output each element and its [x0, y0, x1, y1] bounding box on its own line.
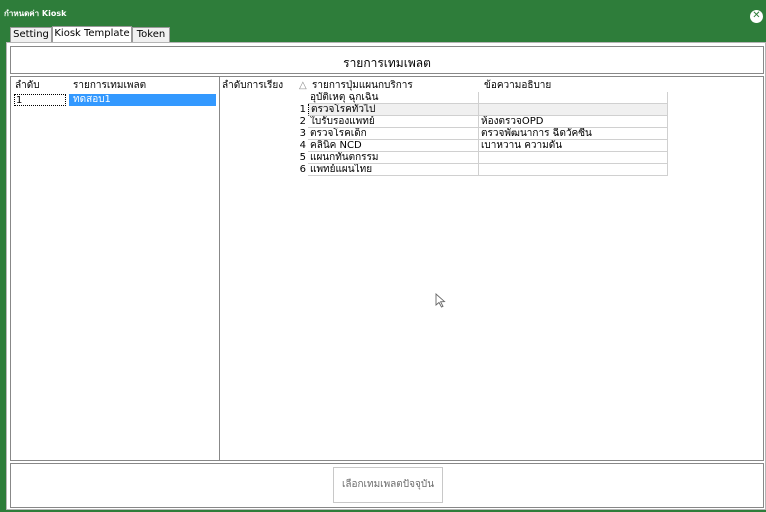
tab-token[interactable]: Token: [132, 27, 170, 42]
sort-asc-icon[interactable]: △: [299, 79, 307, 92]
row-description: ห้องตรวจOPD: [479, 116, 668, 128]
close-icon[interactable]: ✕: [750, 10, 763, 23]
window-title: กำหนดค่า Kiosk: [4, 9, 67, 18]
row-description: [479, 104, 668, 116]
tab-kiosk-template[interactable]: Kiosk Template: [52, 26, 132, 43]
row-button-name: อุบัติเหตุ ฉุกเฉิน: [308, 92, 479, 104]
row-button-name: แพทย์แผนไทย: [308, 164, 479, 176]
template-row-order[interactable]: 1: [14, 94, 66, 106]
row-order: 5: [299, 152, 306, 163]
tab-setting[interactable]: Setting: [10, 27, 52, 42]
row-order: [220, 92, 308, 104]
row-description: เบาหวาน ความดัน: [479, 140, 668, 152]
row-order: 3: [299, 128, 306, 139]
row-order: 2: [299, 116, 306, 127]
row-description: [479, 164, 668, 176]
column-header-button-name[interactable]: รายการปุ่มแผนกบริการ: [312, 79, 413, 92]
row-button-name: คลินิค NCD: [308, 140, 479, 152]
column-header-sort-order[interactable]: ลำดับการเรียง: [222, 79, 283, 92]
service-button-grid: ลำดับการเรียง △ รายการปุ่มแผนกบริการ ข้อ…: [220, 77, 764, 460]
row-button-name: ตรวจโรคทั่วไป: [308, 104, 479, 116]
footer-bar: เลือกเทมเพลตปัจจุบัน: [10, 463, 764, 508]
column-header-template[interactable]: รายการเทมเพลต: [73, 79, 146, 92]
column-header-description[interactable]: ข้อความอธิบาย: [484, 79, 551, 92]
select-current-template-button[interactable]: เลือกเทมเพลตปัจจุบัน: [333, 467, 443, 503]
content-frame: ลำดับ รายการเทมเพลต 1 ทดสอบ1 ลำดับการเรี…: [10, 76, 764, 461]
row-order: 4: [299, 140, 306, 151]
row-description: [479, 92, 668, 104]
row-button-name: ใบรับรองแพทย์: [308, 116, 479, 128]
row-button-name: ตรวจโรคเด็ก: [308, 128, 479, 140]
row-order: 6: [299, 164, 306, 175]
mouse-cursor-icon: [435, 293, 446, 308]
column-header-order[interactable]: ลำดับ: [15, 79, 40, 92]
section-header: รายการเทมเพลต: [10, 46, 764, 74]
row-description: [479, 152, 668, 164]
app-window: กำหนดค่า Kiosk ✕ Setting Kiosk Template …: [0, 0, 766, 512]
template-row-name[interactable]: ทดสอบ1: [69, 94, 216, 106]
row-order: 1: [299, 104, 306, 115]
row-button-name: แผนกทันตกรรม: [308, 152, 479, 164]
title-bar: กำหนดค่า Kiosk ✕: [0, 0, 766, 23]
tab-panel: รายการเทมเพลต ลำดับ รายการเทมเพลต 1 ทดสอ…: [6, 42, 766, 510]
section-title: รายการเทมเพลต: [343, 56, 431, 70]
row-description: ตรวจพัฒนาการ ฉีดวัคซีน: [479, 128, 668, 140]
template-list: ลำดับ รายการเทมเพลต 1 ทดสอบ1: [14, 77, 220, 460]
